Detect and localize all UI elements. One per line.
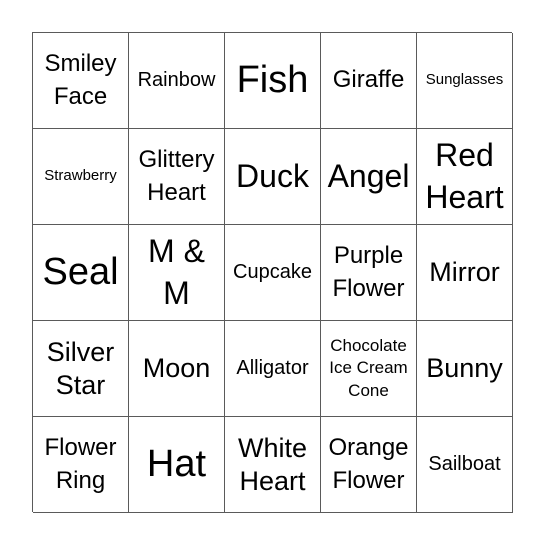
bingo-cell[interactable]: Strawberry (33, 129, 129, 225)
bingo-cell[interactable]: White Heart (225, 417, 321, 513)
bingo-card: Smiley Face Rainbow Fish Giraffe Sunglas… (32, 32, 513, 513)
bingo-cell[interactable]: Duck (225, 129, 321, 225)
bingo-cell[interactable]: M & M (129, 225, 225, 321)
bingo-cell[interactable]: Angel (321, 129, 417, 225)
bingo-cell[interactable]: Mirror (417, 225, 513, 321)
bingo-cell[interactable]: Bunny (417, 321, 513, 417)
bingo-cell[interactable]: Orange Flower (321, 417, 417, 513)
bingo-cell[interactable]: Giraffe (321, 33, 417, 129)
bingo-cell[interactable]: Glittery Heart (129, 129, 225, 225)
bingo-cell[interactable]: Moon (129, 321, 225, 417)
bingo-cell[interactable]: Fish (225, 33, 321, 129)
bingo-cell[interactable]: Seal (33, 225, 129, 321)
bingo-cell[interactable]: Silver Star (33, 321, 129, 417)
bingo-cell[interactable]: Rainbow (129, 33, 225, 129)
bingo-cell[interactable]: Sunglasses (417, 33, 513, 129)
bingo-cell[interactable]: Cupcake (225, 225, 321, 321)
bingo-cell[interactable]: Sailboat (417, 417, 513, 513)
bingo-cell[interactable]: Alligator (225, 321, 321, 417)
bingo-cell[interactable]: Smiley Face (33, 33, 129, 129)
bingo-cell[interactable]: Red Heart (417, 129, 513, 225)
bingo-cell[interactable]: Chocolate Ice Cream Cone (321, 321, 417, 417)
bingo-cell[interactable]: Flower Ring (33, 417, 129, 513)
bingo-cell[interactable]: Hat (129, 417, 225, 513)
bingo-cell[interactable]: Purple Flower (321, 225, 417, 321)
